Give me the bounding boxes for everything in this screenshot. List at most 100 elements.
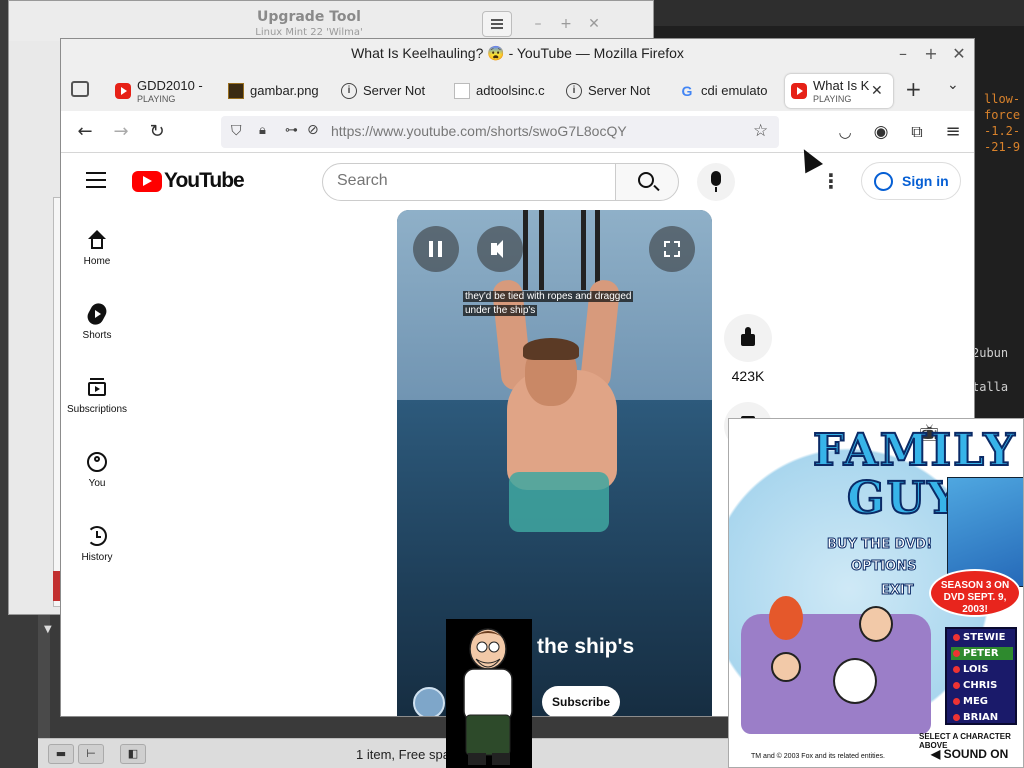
sidebar-toggle-icon[interactable]: ◧ <box>120 744 146 764</box>
search-input[interactable] <box>337 172 597 190</box>
maximize-icon[interactable]: + <box>555 13 577 35</box>
maximize-icon[interactable]: + <box>920 43 942 65</box>
sidebar-item-shorts[interactable]: Shorts <box>61 300 133 341</box>
window-title: What Is Keelhauling? 😨 - YouTube — Mozil… <box>351 45 684 61</box>
reload-icon[interactable]: ↻ <box>145 121 169 143</box>
tab-label: adtoolsinc.c <box>476 83 545 98</box>
peter-griffin-figure <box>463 628 513 765</box>
blank-page-icon <box>454 83 470 99</box>
firefox-titlebar[interactable]: What Is Keelhauling? 😨 - YouTube — Mozil… <box>61 39 974 69</box>
shorts-video-player[interactable]: they'd be tied with ropes and dragged un… <box>397 210 712 716</box>
back-icon[interactable]: ← <box>73 121 97 143</box>
upgrade-tool-titlebar[interactable]: Upgrade Tool Linux Mint 22 'Wilma' – + ✕ <box>9 1 653 41</box>
tab-label: Server Not <box>588 83 651 98</box>
sidebar-item-subscriptions[interactable]: Subscriptions <box>61 376 133 415</box>
volume-button[interactable] <box>477 226 523 272</box>
tab-list-chevron-icon[interactable]: ⌄ <box>947 77 959 93</box>
sidebar-label: History <box>81 552 113 563</box>
peter-griffin-widget[interactable] <box>446 619 532 768</box>
hamburger-menu-button[interactable] <box>482 11 512 37</box>
character-peter[interactable]: PETER <box>951 647 1013 660</box>
minimize-icon[interactable]: – <box>527 13 549 35</box>
buy-dvd-link[interactable]: BUY THE DVD! <box>826 537 932 553</box>
address-bar[interactable]: ⛉ 🔒︎ ⊶ ⊘ https://www.youtube.com/shorts/… <box>221 116 779 148</box>
new-tab-icon[interactable]: + <box>905 77 922 101</box>
character-brian[interactable]: BRIAN <box>951 711 1013 724</box>
tab-label: What Is K <box>813 78 870 93</box>
tab-what-is-keelhauling[interactable]: What Is K PLAYING ✕ <box>785 74 893 108</box>
autoplay-blocked-icon[interactable]: ⊘ <box>307 122 319 138</box>
search-button[interactable] <box>615 163 679 201</box>
extensions-icon[interactable]: ⧉ <box>905 121 929 143</box>
window-title: Upgrade Tool <box>257 9 361 25</box>
rope <box>581 210 586 290</box>
ad-title: GUY <box>846 472 961 525</box>
info-icon: i <box>566 83 582 99</box>
lock-icon[interactable]: 🔒︎ <box>259 123 266 138</box>
tab-gdd2010[interactable]: GDD2010 - PLAYING <box>109 74 215 108</box>
firefox-view-icon[interactable] <box>71 81 89 97</box>
youtube-logo-text[interactable]: YouTube <box>164 169 245 193</box>
tab-server-not-found-2[interactable]: i Server Not <box>560 74 664 108</box>
terminal-line: 2ubun <box>972 346 1009 360</box>
folder-icon[interactable]: ▬ <box>48 744 74 764</box>
google-icon: G <box>681 83 693 99</box>
sound-toggle[interactable]: ◀︎ SOUND ON <box>931 747 1008 761</box>
exit-link[interactable]: EXIT <box>881 583 915 599</box>
options-link[interactable]: OPTIONS <box>851 559 918 575</box>
video-figure-shorts <box>509 472 609 532</box>
terminal-line: -1.2- <box>984 124 1021 138</box>
permissions-icon[interactable]: ⊶ <box>285 123 298 138</box>
terminal-titlebar[interactable]: ✕ <box>624 0 1024 26</box>
image-icon <box>228 83 244 99</box>
tree-view-icon[interactable]: ⊢ <box>78 744 104 764</box>
microphone-icon <box>711 171 721 186</box>
fullscreen-button[interactable] <box>649 226 695 272</box>
character-stewie[interactable]: STEWIE <box>951 631 1013 644</box>
tab-label: gambar.png <box>250 83 319 98</box>
caption-line: under the ship's <box>463 305 538 316</box>
channel-avatar[interactable] <box>413 687 445 716</box>
close-tab-icon[interactable]: ✕ <box>871 82 883 99</box>
fullscreen-icon <box>664 241 680 257</box>
tab-server-not-found-1[interactable]: i Server Not <box>335 74 439 108</box>
youtube-logo-icon[interactable] <box>132 171 162 192</box>
voice-search-button[interactable] <box>697 163 735 201</box>
sidebar-item-history[interactable]: History <box>61 524 133 563</box>
like-button[interactable] <box>724 314 772 362</box>
tab-cdi-emulator[interactable]: G cdi emulato <box>673 74 777 108</box>
url-text: https://www.youtube.com/shorts/swoG7L8oc… <box>331 123 627 139</box>
tab-playing-label: PLAYING <box>137 94 176 104</box>
character-lois[interactable]: LOIS <box>951 663 1013 676</box>
search-box[interactable] <box>322 163 616 201</box>
character-chris[interactable]: CHRIS <box>951 679 1013 692</box>
tab-adtoolsinc[interactable]: adtoolsinc.c <box>448 74 552 108</box>
hamburger-icon <box>491 19 503 21</box>
forward-icon[interactable]: → <box>109 121 133 143</box>
navigation-toolbar: ← → ↻ ⛉ 🔒︎ ⊶ ⊘ https://www.youtube.com/s… <box>61 111 974 153</box>
tab-label: Server Not <box>363 83 426 98</box>
close-icon[interactable]: ✕ <box>948 43 970 65</box>
family-guy-dvd-ad[interactable]: 📺︎ FAMILY GUY BUY THE DVD! OPTIONS EXIT … <box>728 418 1024 768</box>
sidebar-item-you[interactable]: You <box>61 450 133 489</box>
youtube-icon <box>115 83 131 99</box>
character-meg[interactable]: MEG <box>951 695 1013 708</box>
guide-menu-icon[interactable] <box>86 172 106 174</box>
minimize-icon[interactable]: – <box>892 43 914 65</box>
tab-label: GDD2010 - <box>137 78 203 93</box>
pause-button[interactable] <box>413 226 459 272</box>
pocket-icon[interactable]: ◡ <box>833 121 857 143</box>
hamburger-icon[interactable]: ≡ <box>941 121 965 143</box>
triangle-down-icon[interactable]: ▼ <box>44 624 52 635</box>
sign-in-button[interactable]: Sign in <box>861 162 961 200</box>
user-icon <box>85 450 109 474</box>
subscribe-button[interactable]: Subscribe <box>542 686 620 716</box>
bookmark-star-icon[interactable]: ☆ <box>753 121 768 141</box>
sidebar-item-home[interactable]: Home <box>61 228 133 267</box>
shield-icon[interactable]: ⛉ <box>231 123 242 139</box>
close-icon[interactable]: ✕ <box>583 13 605 35</box>
more-options-icon[interactable]: ⋮ <box>821 170 841 194</box>
account-icon[interactable]: ◉ <box>869 121 893 143</box>
tab-gambar[interactable]: gambar.png <box>222 74 326 108</box>
terminal-line: -21-9 <box>984 140 1021 154</box>
